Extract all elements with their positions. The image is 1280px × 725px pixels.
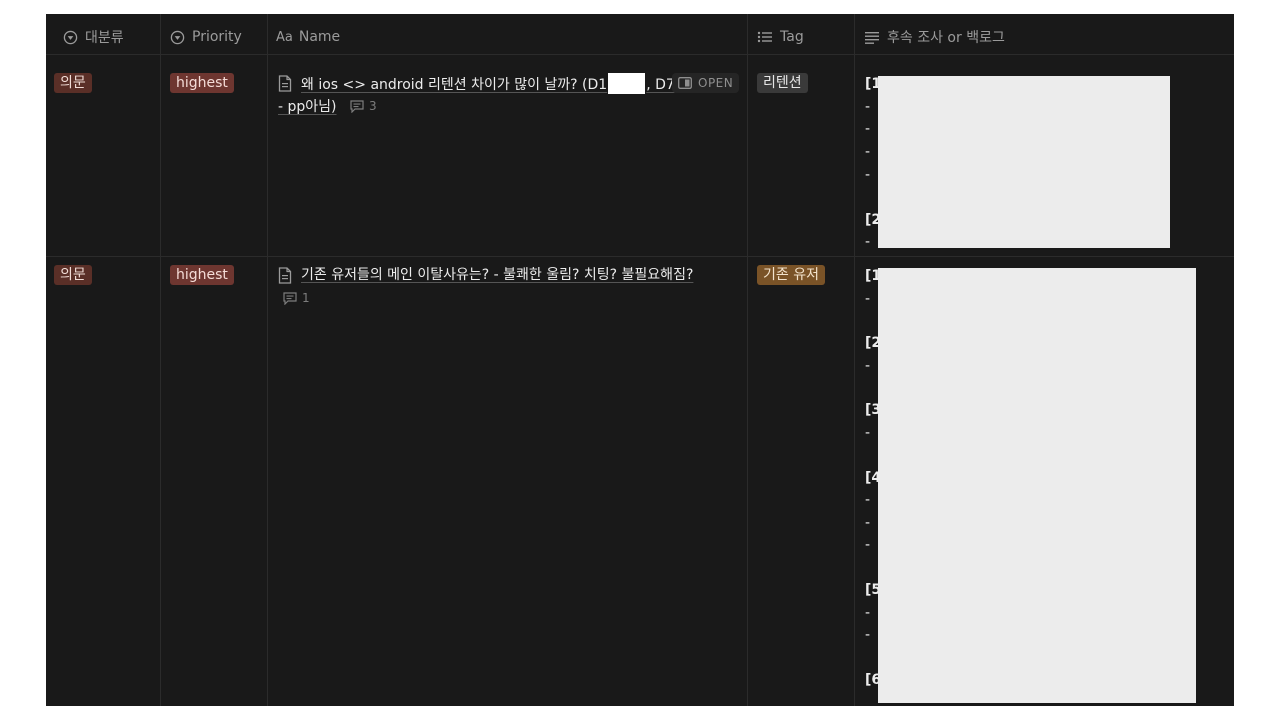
comment-count-value: 3 bbox=[369, 99, 377, 113]
comment-count-value: 1 bbox=[302, 291, 310, 305]
redacted-block bbox=[878, 268, 1196, 703]
column-divider bbox=[854, 14, 855, 706]
open-button-label: OPEN bbox=[698, 76, 734, 90]
header-priority[interactable]: Priority bbox=[170, 28, 242, 46]
comment-icon bbox=[283, 291, 297, 305]
text-property-icon: Aa bbox=[276, 29, 293, 45]
select-property-icon bbox=[170, 30, 185, 44]
title-text: , D7 bbox=[646, 77, 675, 93]
header-name-label: Name bbox=[298, 29, 341, 45]
row-title[interactable]: 기존 유저들의 메인 이탈사유는? - 불쾌한 울림? 치팅? 불필요해짐? bbox=[278, 265, 738, 315]
comment-count[interactable]: 1 bbox=[283, 291, 310, 305]
category-tag[interactable]: 의문 bbox=[54, 265, 92, 285]
column-divider bbox=[267, 14, 268, 706]
header-divider bbox=[46, 54, 1234, 55]
header-name[interactable]: Aa Name bbox=[276, 28, 340, 46]
priority-tag[interactable]: highest bbox=[170, 265, 234, 285]
comment-count[interactable]: 3 bbox=[350, 99, 377, 113]
header-tag-label: Tag bbox=[780, 29, 804, 45]
open-page-button[interactable]: OPEN bbox=[672, 73, 740, 93]
tag-chip[interactable]: 기존 유저 bbox=[757, 265, 825, 285]
header-category[interactable]: 대분류 bbox=[63, 28, 124, 46]
redacted-block bbox=[878, 76, 1170, 248]
comment-icon bbox=[350, 99, 364, 113]
redacted-text bbox=[608, 73, 646, 94]
category-tag[interactable]: 의문 bbox=[54, 73, 92, 93]
page-icon bbox=[278, 75, 292, 92]
text-lines-icon bbox=[865, 32, 879, 44]
title-text: 왜 ios <> android 리텐션 차이가 많이 날까? (D1 bbox=[301, 77, 608, 93]
side-peek-icon bbox=[678, 77, 692, 89]
column-divider bbox=[747, 14, 748, 706]
header-tag[interactable]: Tag bbox=[757, 28, 804, 46]
priority-tag[interactable]: highest bbox=[170, 73, 234, 93]
header-priority-label: Priority bbox=[192, 29, 242, 45]
title-text: 기존 유저들의 메인 이탈사유는? - 불쾌한 울림? 치팅? 불필요해짐? bbox=[301, 267, 694, 283]
header-backlog[interactable]: 후속 조사 or 백로그 bbox=[864, 28, 1005, 46]
page-icon bbox=[278, 267, 292, 284]
header-backlog-label: 후속 조사 or 백로그 bbox=[887, 30, 1005, 46]
select-property-icon bbox=[63, 30, 78, 44]
tag-chip[interactable]: 리텐션 bbox=[757, 73, 808, 93]
title-text-continued: - pp아님) bbox=[278, 99, 337, 115]
row-divider bbox=[46, 256, 1234, 257]
multi-select-list-icon bbox=[757, 31, 772, 43]
row-title[interactable]: 왜 ios <> android 리텐션 차이가 많이 날까? (D1, D7 … bbox=[278, 73, 738, 123]
database-table: 대분류 Priority Aa Name Tag 후속 조사 or 백로그 의문… bbox=[46, 14, 1234, 706]
column-divider bbox=[160, 14, 161, 706]
header-category-label: 대분류 bbox=[85, 30, 124, 46]
